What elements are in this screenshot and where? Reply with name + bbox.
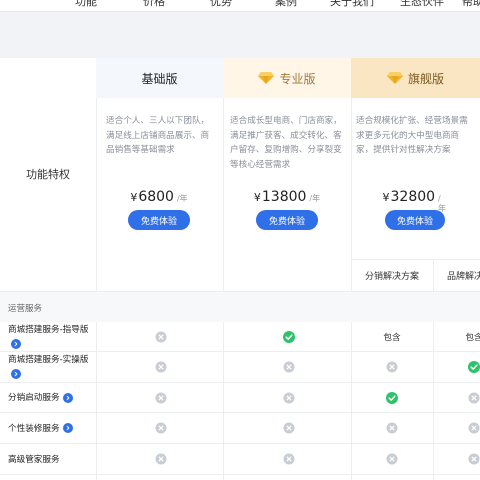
row-label-text: 商城搭建服务-指导版	[8, 325, 89, 335]
table-row: 分销启动服务	[0, 383, 480, 413]
cross-circle-icon	[155, 422, 167, 434]
nav-item[interactable]: 帮助	[462, 0, 480, 9]
table-row: 高级管家服务	[0, 444, 480, 475]
row-label-text: 商城搭建服务-实操版	[8, 355, 89, 365]
nav-item[interactable]: 关于我们	[330, 0, 374, 9]
feature-cell	[155, 422, 167, 434]
price-unit: /年	[309, 194, 321, 203]
row-label: 商城搭建服务-实操版	[8, 353, 90, 381]
feature-cell	[468, 361, 480, 373]
check-circle-icon	[386, 391, 398, 404]
plan-header-pro: 专业版	[223, 58, 351, 98]
currency-symbol: ¥	[253, 191, 261, 204]
cross-circle-icon	[155, 453, 167, 465]
table-row: 个性装修服务	[0, 413, 480, 444]
plan-name: 专业版	[279, 71, 316, 86]
flagship-subcolumn-header: 品牌解决方案	[446, 271, 480, 282]
price-value: 32800	[390, 189, 436, 205]
feature-cell	[386, 453, 398, 465]
row-label-text: 高级管家服务	[8, 454, 60, 465]
check-circle-icon	[468, 361, 480, 373]
cross-circle-icon	[283, 422, 295, 434]
price-value: 13800	[261, 189, 307, 205]
feature-cell	[468, 453, 480, 465]
feature-cell: 包含	[383, 331, 400, 343]
cross-circle-icon	[155, 331, 167, 342]
diamond-icon	[258, 72, 275, 84]
chevron-right-icon[interactable]	[11, 368, 21, 379]
section-title: 运营服务	[8, 304, 43, 314]
plan-description: 适合个人、三人以下团队，满足线上店铺商品展示、商品销售等基础需求	[106, 116, 210, 155]
cross-circle-icon	[283, 392, 295, 403]
nav-item[interactable]: 生态伙伴	[400, 0, 444, 9]
cross-circle-icon	[283, 453, 295, 465]
cross-circle-icon	[468, 422, 480, 434]
chevron-right-icon[interactable]	[62, 423, 73, 433]
plan-name: 旗舰版	[407, 71, 444, 86]
cross-circle-icon	[386, 422, 398, 434]
feature-cell	[386, 422, 398, 434]
included-text: 包含	[383, 332, 401, 343]
feature-cell	[283, 361, 295, 373]
chevron-right-icon[interactable]	[11, 338, 21, 349]
section-header: 运营服务	[0, 291, 480, 322]
plan-name: 基础版	[141, 71, 178, 86]
row-label-text: 个性装修服务	[8, 423, 60, 434]
feature-cell	[155, 392, 167, 403]
feature-title: 功能特权	[26, 168, 70, 181]
check-circle-icon	[283, 330, 295, 343]
feature-cell	[155, 453, 167, 465]
cross-circle-icon	[386, 361, 398, 373]
row-label: 个性装修服务	[8, 422, 94, 436]
row-label: 商城搭建服务-指导版	[8, 323, 90, 351]
cross-circle-icon	[155, 392, 167, 403]
feature-cell	[283, 330, 295, 343]
price-unit: /年	[176, 194, 188, 203]
feature-cell	[155, 361, 167, 373]
plan-description: 适合规模化扩张、经营场景需求更多元化的大中型电商商家，提供针对性解决方案	[356, 116, 468, 155]
nav-item[interactable]: 案例	[275, 0, 297, 9]
plan-price: ¥6800/年	[130, 189, 187, 205]
chevron-right-icon[interactable]	[62, 392, 73, 403]
row-label: 高级管家服务	[8, 453, 94, 467]
feature-cell	[155, 331, 167, 342]
diamond-icon	[386, 72, 403, 84]
top-navigation: 功能 价格 优势 案例 关于我们 生态伙伴 帮助	[0, 0, 480, 12]
pricing-comparison-table: 功能特权 基础版适合个人、三人以下团队，满足线上店铺商品展示、商品销售等基础需求…	[0, 58, 480, 480]
feature-cell	[283, 453, 295, 465]
feature-cell	[283, 422, 295, 434]
row-label: 分销启动服务	[8, 391, 94, 405]
included-text: 包含	[465, 332, 480, 343]
table-row: 商城搭建服务-指导版包含 包含	[0, 322, 480, 352]
feature-cell	[386, 391, 398, 404]
feature-cell	[468, 392, 480, 403]
currency-symbol: ¥	[130, 191, 138, 204]
feature-cell	[283, 392, 295, 403]
currency-symbol: ¥	[382, 191, 390, 204]
cross-circle-icon	[468, 392, 480, 403]
cross-circle-icon	[155, 361, 167, 373]
row-label-text: 分销启动服务	[8, 393, 60, 403]
feature-cell	[386, 361, 398, 373]
cross-circle-icon	[386, 453, 398, 465]
plan-header-basic: 基础版	[96, 58, 223, 98]
feature-cell	[468, 422, 480, 434]
free-trial-button[interactable]: 免费体验	[256, 210, 318, 230]
plan-price: ¥13800/年	[254, 189, 320, 205]
nav-item[interactable]: 价格	[143, 0, 165, 9]
flagship-subcolumn-header: 分销解决方案	[364, 271, 419, 282]
price-value: 6800	[138, 189, 174, 205]
free-trial-button[interactable]: 免费体验	[385, 210, 445, 230]
feature-cell: 包含	[465, 331, 480, 343]
plan-description: 适合成长型电商、门店商家，满足推广获客、成交转化、客户留存、复购增购、分享裂变等…	[230, 116, 342, 170]
free-trial-button[interactable]: 免费体验	[128, 210, 190, 230]
nav-item[interactable]: 优势	[210, 0, 232, 9]
nav-item[interactable]: 功能	[75, 0, 97, 9]
table-row: 商城搭建服务-实操版	[0, 352, 480, 383]
cross-circle-icon	[468, 453, 480, 465]
cross-circle-icon	[283, 361, 295, 373]
plan-header-flag: 旗舰版	[351, 58, 480, 98]
